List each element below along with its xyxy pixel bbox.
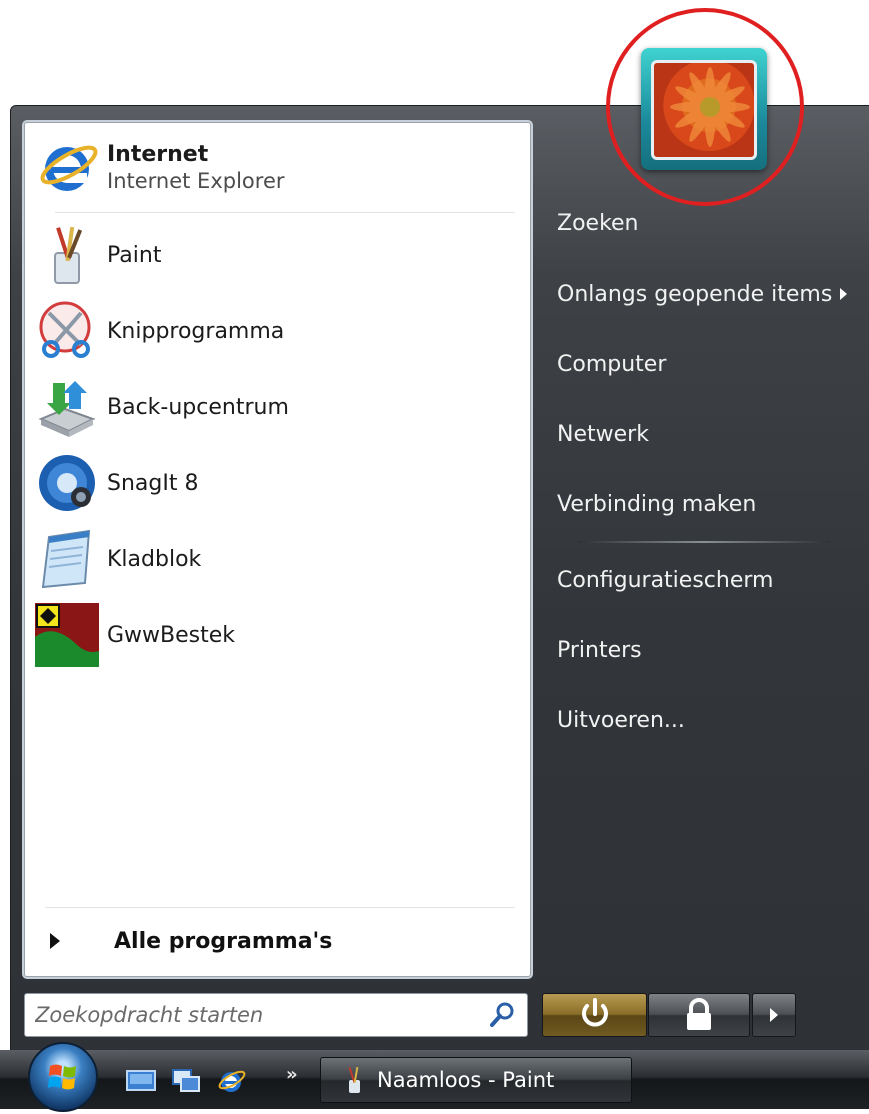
all-programs-button[interactable]: Alle programma's (45, 921, 505, 961)
pinned-subtitle: Internet Explorer (107, 168, 285, 193)
gwwbestek-icon (35, 603, 99, 667)
shutdown-options-button[interactable] (752, 993, 796, 1037)
pinned-internet-explorer[interactable]: Internet Internet Explorer (35, 131, 515, 203)
right-item-label: Configuratiescherm (557, 567, 774, 593)
right-item-computer[interactable]: Computer (546, 339, 846, 389)
program-gwwbestek[interactable]: GwwBestek (35, 599, 515, 671)
program-label: Kladblok (107, 546, 202, 572)
right-item-label: Uitvoeren... (557, 707, 685, 733)
right-item-label: Zoeken (557, 210, 639, 236)
power-button[interactable] (542, 993, 647, 1037)
right-item-zoeken[interactable]: Zoeken (546, 198, 846, 248)
program-knipprogramma[interactable]: Knipprogramma (35, 295, 515, 367)
right-item-label: Printers (557, 637, 642, 663)
program-label: Knipprogramma (107, 318, 285, 344)
program-snagit[interactable]: SnagIt 8 (35, 447, 515, 519)
right-item-verbinding-maken[interactable]: Verbinding maken (546, 479, 846, 529)
expand-arrow-icon (50, 933, 60, 949)
show-desktop-icon[interactable] (126, 1068, 156, 1094)
program-label: Paint (107, 242, 162, 268)
start-button[interactable] (28, 1042, 98, 1112)
program-label: SnagIt 8 (107, 470, 199, 496)
divider (55, 212, 515, 213)
lock-icon (687, 998, 711, 1030)
program-paint[interactable]: Paint (35, 219, 515, 291)
divider (578, 541, 830, 543)
program-label: Back-upcentrum (107, 394, 289, 420)
right-item-configuratiescherm[interactable]: Configuratiescherm (546, 555, 846, 605)
internet-explorer-quicklaunch-icon[interactable] (216, 1068, 246, 1094)
snipping-tool-icon (35, 299, 99, 363)
taskbar-button-paint[interactable]: Naamloos - Paint (320, 1057, 632, 1103)
right-item-printers[interactable]: Printers (546, 625, 846, 675)
paint-icon (348, 1066, 360, 1093)
paint-icon (35, 223, 99, 287)
program-back-upcentrum[interactable]: Back-upcentrum (35, 371, 515, 443)
notepad-icon (35, 527, 99, 591)
snagit-icon (35, 451, 99, 515)
search-box (24, 993, 528, 1037)
internet-explorer-icon (35, 135, 99, 199)
programs-panel: Internet Internet Explorer Paint Knippro… (24, 122, 531, 977)
right-item-onlangs-geopende-items[interactable]: Onlangs geopende items (546, 269, 847, 319)
right-item-uitvoeren[interactable]: Uitvoeren... (546, 695, 846, 745)
right-item-label: Verbinding maken (557, 491, 757, 517)
taskbar-button-label: Naamloos - Paint (377, 1068, 555, 1092)
backup-center-icon (35, 375, 99, 439)
lock-button[interactable] (648, 993, 750, 1037)
power-icon (582, 998, 608, 1027)
switch-windows-icon[interactable] (171, 1068, 201, 1094)
submenu-arrow-icon (840, 288, 847, 300)
program-label: GwwBestek (107, 622, 236, 648)
windows-logo-icon (48, 1064, 76, 1090)
program-kladblok[interactable]: Kladblok (35, 523, 515, 595)
quicklaunch-more-button[interactable]: » (286, 1064, 298, 1085)
all-programs-label: Alle programma's (114, 928, 333, 954)
search-input[interactable] (33, 1002, 487, 1028)
highlight-circle (606, 8, 804, 206)
right-item-netwerk[interactable]: Netwerk (546, 409, 846, 459)
arrow-right-icon (770, 1008, 778, 1022)
pinned-name: Internet (107, 141, 209, 167)
right-item-label: Netwerk (557, 421, 649, 447)
right-item-label: Computer (557, 351, 667, 377)
divider (45, 907, 515, 908)
right-item-label: Onlangs geopende items (557, 281, 833, 307)
search-icon[interactable] (487, 1000, 517, 1030)
